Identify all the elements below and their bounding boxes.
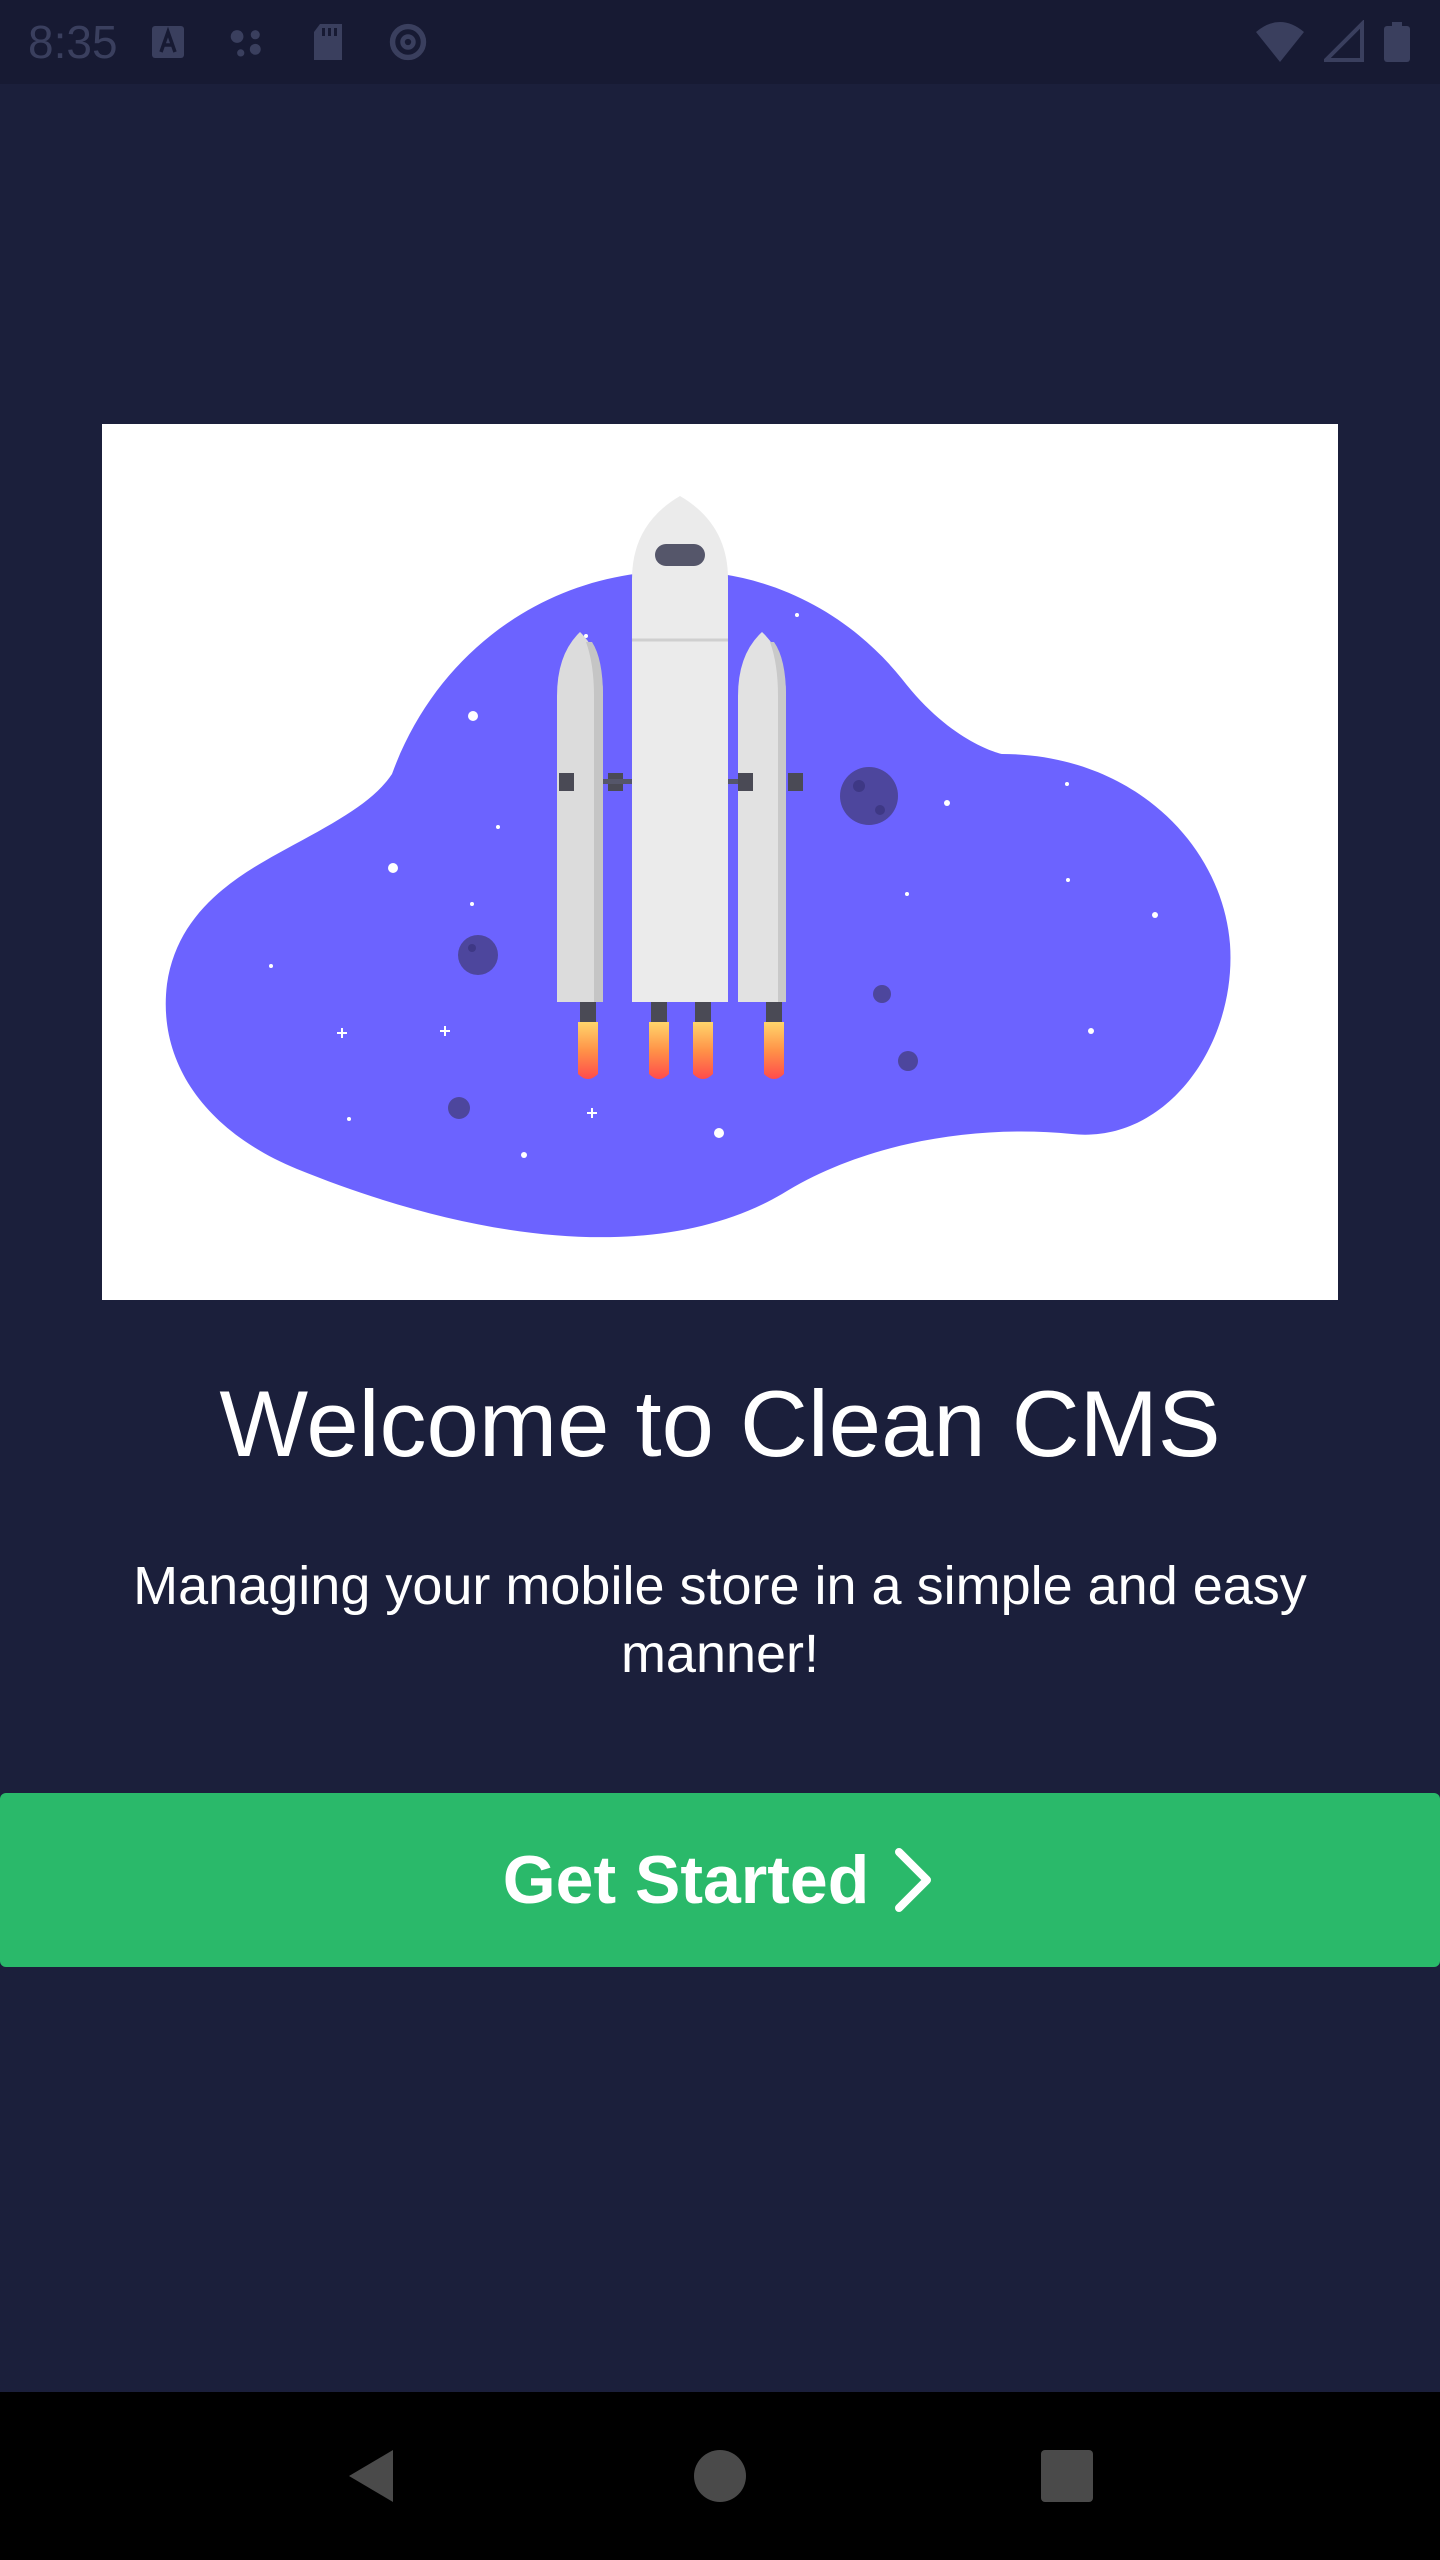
recents-icon [1040,2450,1093,2502]
system-icons [1254,20,1412,64]
chevron-right-icon [895,1848,932,1912]
nav-back-button[interactable] [333,2436,413,2516]
status-left: 8:35 [28,15,428,69]
home-icon [693,2450,746,2502]
nav-recents-button[interactable] [1027,2436,1107,2516]
rocket-launch-illustration [102,424,1338,1300]
signal-icon [1324,20,1364,62]
notification-icons [148,20,428,64]
system-nav-bar [0,2392,1440,2560]
get-started-label: Get Started [502,1842,870,1918]
sd-card-icon [313,24,342,60]
welcome-subtitle: Managing your mobile store in a simple a… [133,1556,1307,1684]
app-a-icon [151,26,184,58]
status-time: 8:35 [28,16,118,68]
back-icon [349,2450,394,2502]
at-sign-icon [389,23,426,61]
battery-icon [1384,22,1410,62]
assistant-dots-icon [230,30,261,57]
nav-home-button[interactable] [680,2436,760,2516]
welcome-title: Welcome to Clean CMS [219,1371,1221,1476]
get-started-button[interactable]: Get Started [0,1793,1440,1967]
status-bar: 8:35 [0,0,1440,84]
wifi-icon [1256,22,1304,62]
